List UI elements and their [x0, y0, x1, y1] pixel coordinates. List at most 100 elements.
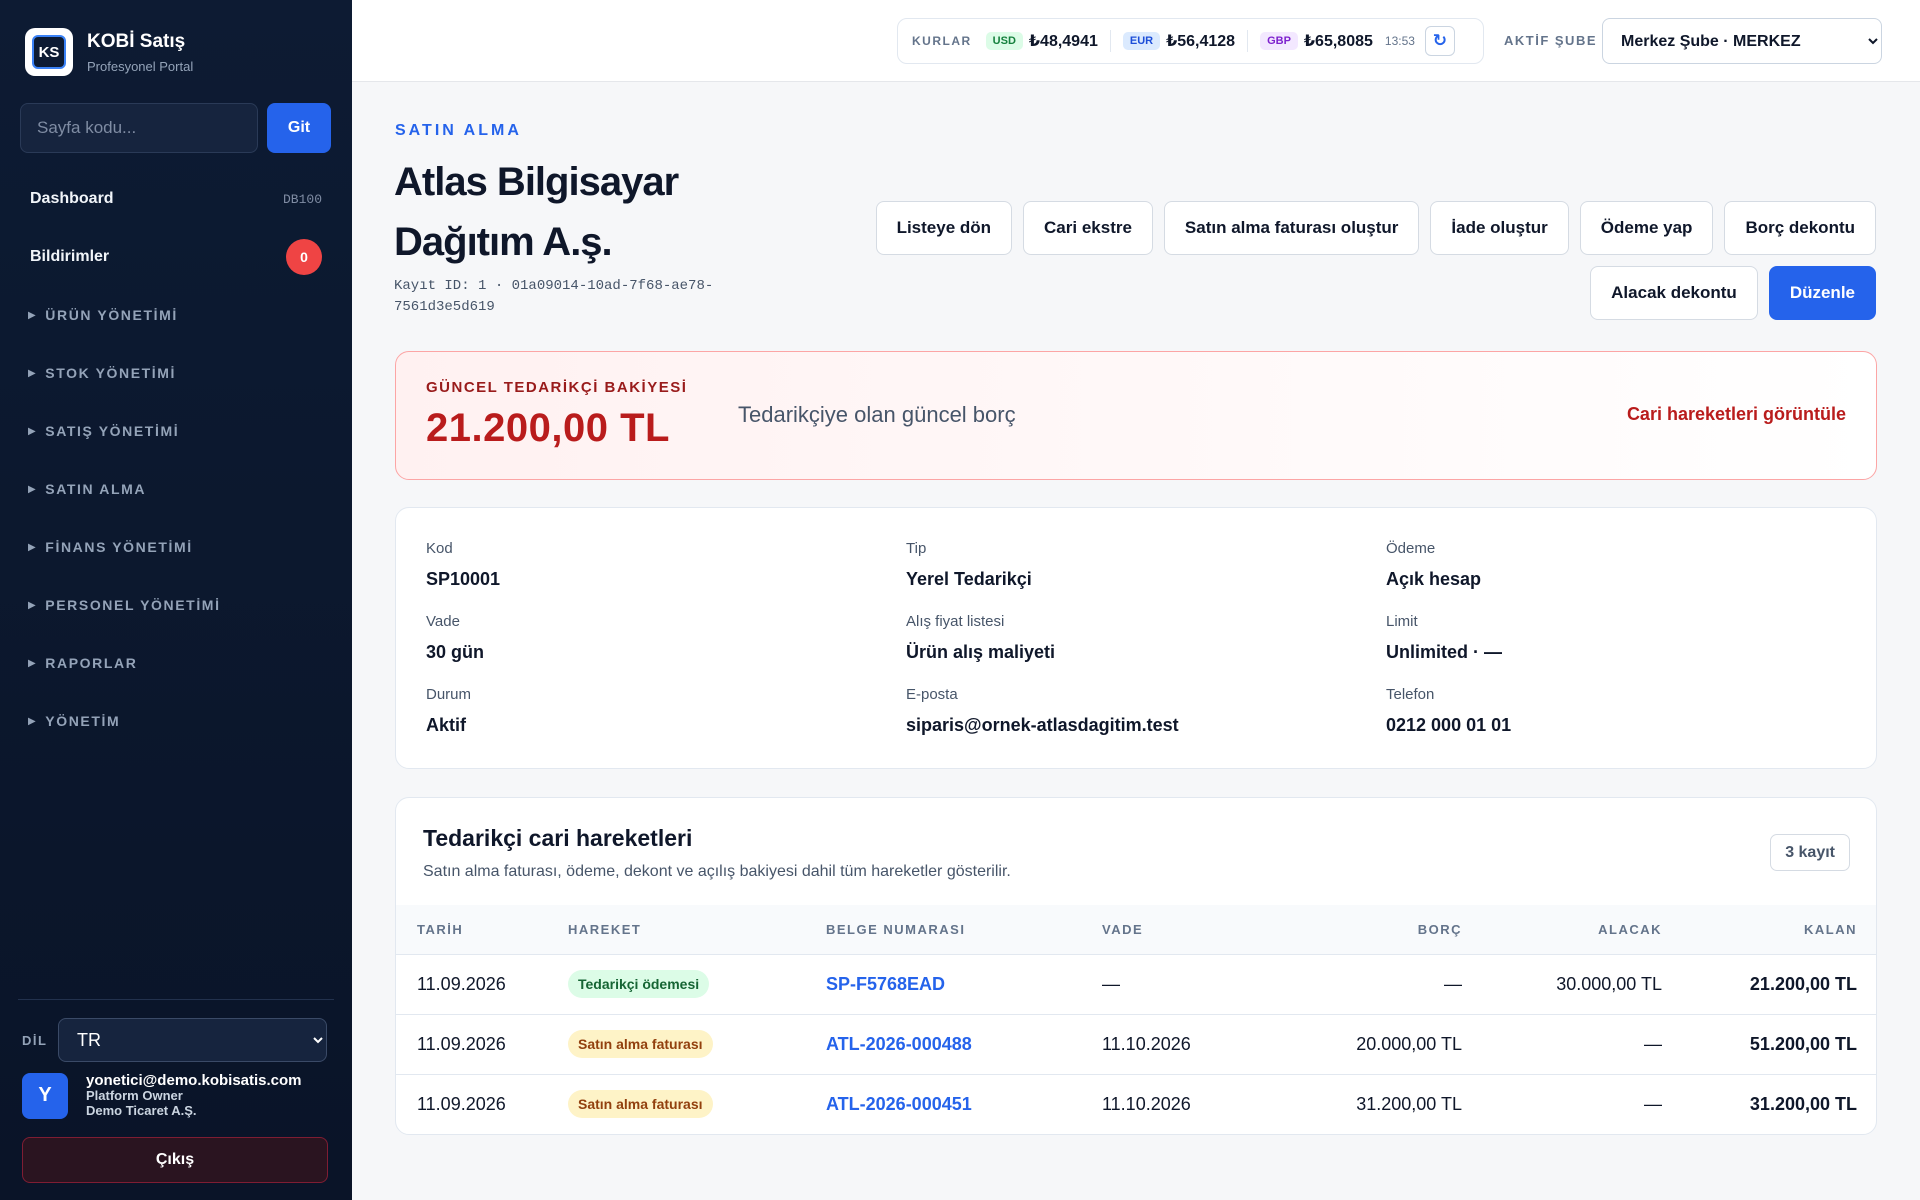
cell-credit: —	[1644, 1093, 1662, 1114]
column-header-date[interactable]: TARİH	[396, 905, 568, 955]
divider	[1247, 30, 1249, 52]
section-subtitle: Satın alma faturası, ödeme, dekont ve aç…	[423, 863, 1011, 880]
column-header-type[interactable]: HAREKET	[568, 905, 826, 955]
column-header-balance[interactable]: KALAN	[1662, 905, 1876, 955]
create-purchase-invoice-button[interactable]: Satın alma faturası oluştur	[1163, 201, 1420, 255]
field-status: Durum Aktif	[426, 686, 471, 736]
edit-button[interactable]: Düzenle	[1768, 266, 1876, 320]
sidebar-group-personnel[interactable]: ▶ PERSONEL YÖNETİMİ	[0, 576, 352, 634]
sidebar-group-label: SATIŞ YÖNETİMİ	[45, 423, 180, 439]
account-statement-button[interactable]: Cari ekstre	[1023, 201, 1153, 255]
sidebar-group-product[interactable]: ▶ ÜRÜN YÖNETİMİ	[0, 286, 352, 344]
active-branch-select[interactable]: Merkez Şube · MERKEZ	[1602, 18, 1882, 64]
divider	[1109, 30, 1111, 52]
table-row[interactable]: 11.09.2026 Satın alma faturası ATL-2026-…	[396, 1074, 1876, 1134]
cell-document: ATL-2026-000488	[826, 1014, 1102, 1075]
sidebar-item-dashboard[interactable]: Dashboard DB100	[0, 170, 352, 228]
sidebar-group-label: STOK YÖNETİMİ	[45, 365, 177, 381]
table-row[interactable]: 11.09.2026 Satın alma faturası ATL-2026-…	[396, 1014, 1876, 1075]
sidebar-group-label: PERSONEL YÖNETİMİ	[45, 597, 221, 613]
brand[interactable]: KS KOBİ Satış Profesyonel Portal	[25, 28, 193, 76]
section-eyebrow: SATIN ALMA	[395, 122, 522, 139]
field-label: Ödeme	[1386, 540, 1436, 557]
refresh-icon[interactable]: ↻	[1424, 26, 1455, 56]
column-header-document[interactable]: BELGE NUMARASI	[826, 905, 1102, 955]
page-code: DB100	[282, 191, 322, 207]
page-title: Atlas Bilgisayar Dağıtım A.ş.	[394, 160, 679, 264]
sidebar-group-label: SATIN ALMA	[45, 481, 147, 497]
sidebar-divider	[18, 999, 334, 1000]
avatar: Y	[22, 1072, 68, 1119]
document-link[interactable]: SP-F5768EAD	[826, 974, 945, 994]
cell-credit: —	[1462, 1014, 1662, 1075]
sidebar-group-purchasing[interactable]: ▶ SATIN ALMA	[0, 460, 352, 518]
column-header-credit[interactable]: ALACAK	[1462, 905, 1662, 955]
transaction-type-badge: Satın alma faturası	[568, 1090, 713, 1119]
field-value: Ürün alış maliyeti	[906, 642, 1056, 662]
rate-eur: EUR ₺56,4128	[1122, 31, 1236, 51]
field-value: siparis@ornek-atlasdagitim.test	[906, 715, 1179, 735]
field-label: E-posta	[906, 686, 958, 703]
cell-debit: 31.200,00 TL	[1356, 1093, 1462, 1114]
balance-amount: 21.200,00 TL	[426, 406, 670, 450]
supplier-transactions-card: Tedarikçi cari hareketleri Satın alma fa…	[395, 797, 1877, 1135]
column-header-due[interactable]: VADE	[1102, 905, 1282, 955]
brand-title: KOBİ Satış	[87, 30, 186, 52]
currency-code: EUR	[1122, 32, 1161, 50]
field-value: SP10001	[426, 569, 501, 589]
sidebar: KS KOBİ Satış Profesyonel Portal Git Das…	[0, 0, 352, 1200]
field-value: 30 gün	[426, 642, 485, 662]
active-branch-label: AKTİF ŞUBE	[1504, 33, 1597, 48]
view-transactions-link[interactable]: Cari hareketleri görüntüle	[1627, 404, 1846, 425]
cell-due: 11.10.2026	[1102, 1093, 1191, 1114]
logo-mark: KS	[32, 35, 66, 69]
field-value: Aktif	[426, 715, 466, 735]
sidebar-item-notifications[interactable]: Bildirimler 0	[0, 228, 352, 286]
sidebar-group-label: RAPORLAR	[45, 655, 138, 671]
logout-button[interactable]: Çıkış	[22, 1137, 328, 1183]
field-label: Tip	[906, 540, 927, 557]
sidebar-group-label: ÜRÜN YÖNETİMİ	[45, 307, 178, 323]
make-payment-button[interactable]: Ödeme yap	[1579, 201, 1714, 255]
currency-value: ₺56,4128	[1166, 33, 1236, 50]
field-label: Vade	[426, 613, 460, 630]
field-value: Açık hesap	[1386, 569, 1482, 589]
field-value: Unlimited · —	[1386, 642, 1502, 662]
language-select[interactable]: TR	[58, 1018, 327, 1062]
transaction-type-badge: Tedarikçi ödemesi	[568, 970, 710, 998]
back-to-list-button[interactable]: Listeye dön	[875, 201, 1013, 255]
sidebar-group-label: YÖNETİM	[45, 713, 121, 729]
field-phone: Telefon 0212 000 01 01	[1386, 686, 1511, 736]
table-row[interactable]: 11.09.2026 Tedarikçi ödemesi SP-F5768EAD…	[396, 954, 1876, 1015]
debit-note-button[interactable]: Borç dekontu	[1724, 201, 1876, 255]
sidebar-group-stock[interactable]: ▶ STOK YÖNETİMİ	[0, 344, 352, 402]
cell-due: —	[1102, 954, 1282, 1015]
document-link[interactable]: ATL-2026-000451	[826, 1094, 972, 1114]
column-header-debit[interactable]: BORÇ	[1282, 905, 1462, 955]
cell-document: ATL-2026-000451	[826, 1074, 1102, 1134]
cell-due: 11.10.2026	[1102, 1014, 1282, 1075]
cell-date: 11.09.2026	[396, 954, 568, 1015]
page-code-input[interactable]	[20, 103, 258, 153]
sidebar-group-admin[interactable]: ▶ YÖNETİM	[0, 692, 352, 750]
user-email: yonetici@demo.kobisatis.com	[86, 1072, 302, 1089]
field-payment: Ödeme Açık hesap	[1386, 540, 1481, 590]
caret-right-icon: ▶	[28, 483, 38, 495]
cell-type: Satın alma faturası	[568, 1014, 826, 1075]
field-type: Tip Yerel Tedarikçi	[906, 540, 1032, 590]
balance-label: GÜNCEL TEDARİKÇİ BAKİYESİ	[426, 379, 688, 396]
supplier-balance-card: GÜNCEL TEDARİKÇİ BAKİYESİ 21.200,00 TL T…	[395, 351, 1877, 480]
sidebar-group-finance[interactable]: ▶ FİNANS YÖNETİMİ	[0, 518, 352, 576]
create-return-button[interactable]: İade oluştur	[1430, 201, 1569, 255]
document-link[interactable]: ATL-2026-000488	[826, 1034, 972, 1054]
caret-right-icon: ▶	[28, 599, 38, 611]
go-button[interactable]: Git	[267, 103, 331, 153]
credit-note-button[interactable]: Alacak dekontu	[1590, 266, 1758, 320]
field-term: Vade 30 gün	[426, 613, 484, 663]
user-role: Platform Owner	[86, 1088, 183, 1104]
sidebar-group-reports[interactable]: ▶ RAPORLAR	[0, 634, 352, 692]
sidebar-group-sales[interactable]: ▶ SATIŞ YÖNETİMİ	[0, 402, 352, 460]
cell-debit: 20.000,00 TL	[1282, 1014, 1462, 1075]
currency-value: ₺65,8085	[1303, 33, 1373, 50]
caret-right-icon: ▶	[28, 367, 38, 379]
